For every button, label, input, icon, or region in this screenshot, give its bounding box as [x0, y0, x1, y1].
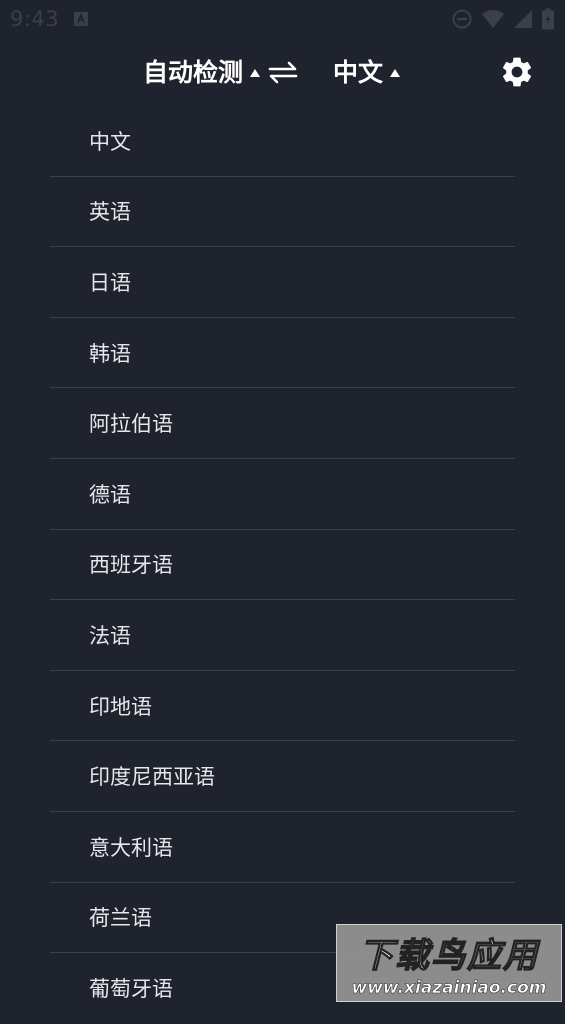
status-time: 9:43 — [10, 7, 60, 31]
target-language-selector[interactable]: 中文 — [333, 40, 401, 104]
swap-arrows-icon — [268, 61, 298, 84]
language-label: 意大利语 — [89, 835, 173, 860]
language-label: 阿拉伯语 — [89, 412, 173, 437]
language-list: 中文 英语 日语 韩语 阿拉伯语 德语 西班牙语 法语 印地语 印度尼西亚语 意… — [50, 106, 515, 1024]
language-label: 印度尼西亚语 — [89, 765, 215, 790]
top-bar: 自动检测 中文 — [0, 40, 565, 104]
language-label: 英语 — [89, 200, 131, 225]
source-language-label: 自动检测 — [143, 57, 244, 87]
language-label: 韩语 — [89, 341, 131, 366]
language-item-hindi[interactable]: 印地语 — [50, 671, 515, 742]
language-item-arabic[interactable]: 阿拉伯语 — [50, 388, 515, 459]
language-item-indonesian[interactable]: 印度尼西亚语 — [50, 741, 515, 812]
gear-icon — [502, 57, 532, 87]
language-label: 中文 — [89, 129, 131, 154]
language-label: 葡萄牙语 — [89, 977, 173, 1002]
language-item-chinese[interactable]: 中文 — [50, 106, 515, 177]
status-bar: 9:43 — [0, 0, 565, 38]
language-item-english[interactable]: 英语 — [50, 177, 515, 248]
settings-button[interactable] — [499, 54, 535, 90]
wifi-icon — [481, 9, 505, 29]
language-item-portuguese[interactable]: 葡萄牙语 — [50, 953, 515, 1024]
language-label: 印地语 — [89, 694, 152, 719]
do-not-disturb-icon — [451, 8, 473, 30]
language-label: 法语 — [89, 623, 131, 648]
language-label: 西班牙语 — [89, 553, 173, 578]
language-item-korean[interactable]: 韩语 — [50, 318, 515, 389]
caret-up-icon — [390, 69, 401, 77]
notification-a-icon — [73, 11, 89, 27]
language-label: 荷兰语 — [89, 906, 152, 931]
battery-icon — [541, 8, 555, 30]
language-label: 日语 — [89, 270, 131, 295]
language-label: 德语 — [89, 482, 131, 507]
language-item-french[interactable]: 法语 — [50, 600, 515, 671]
caret-up-icon — [250, 69, 261, 77]
swap-languages-button[interactable] — [268, 59, 298, 85]
language-item-italian[interactable]: 意大利语 — [50, 812, 515, 883]
status-right — [451, 8, 555, 30]
target-language-label: 中文 — [333, 57, 384, 87]
language-item-spanish[interactable]: 西班牙语 — [50, 530, 515, 601]
language-item-dutch[interactable]: 荷兰语 — [50, 883, 515, 954]
source-language-selector[interactable]: 自动检测 — [143, 40, 261, 104]
signal-icon — [513, 9, 533, 29]
language-item-japanese[interactable]: 日语 — [50, 247, 515, 318]
language-item-german[interactable]: 德语 — [50, 459, 515, 530]
status-left: 9:43 — [10, 7, 89, 31]
